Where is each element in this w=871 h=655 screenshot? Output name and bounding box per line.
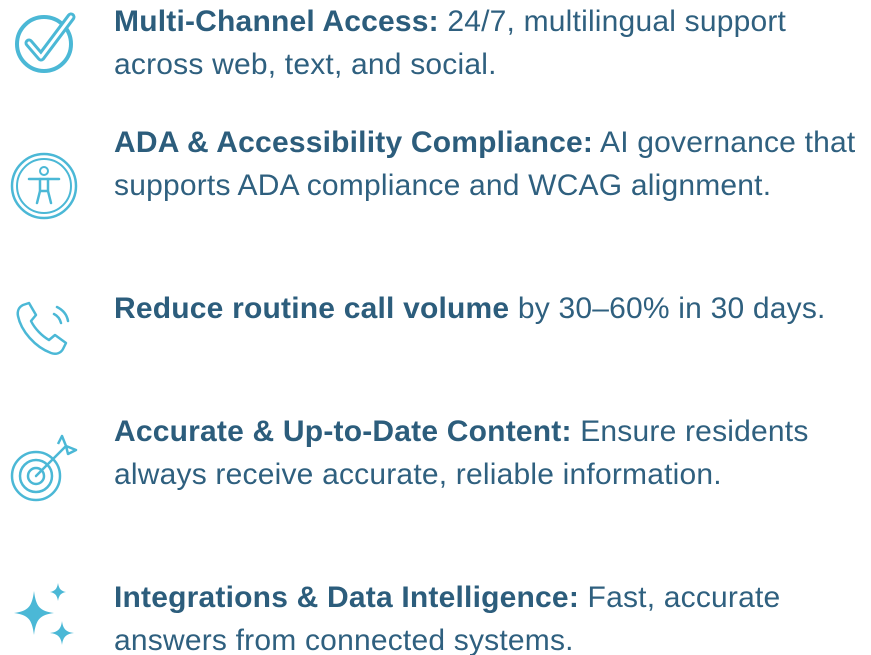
accessibility-person-icon	[4, 146, 84, 226]
feature-heading: Multi-Channel Access:	[114, 5, 439, 38]
feature-text: Reduce routine call volume by 30–60% in …	[114, 287, 871, 330]
feature-heading: Integrations & Data Intelligence:	[114, 581, 580, 614]
feature-heading: Accurate & Up-to-Date Content:	[114, 415, 572, 448]
checkmark-circle-icon	[4, 2, 84, 82]
phone-call-icon	[4, 288, 84, 368]
feature-description: by 30–60% in 30 days.	[509, 292, 826, 325]
sparkles-icon	[4, 576, 84, 655]
feature-text: Accurate & Up-to-Date Content: Ensure re…	[114, 410, 871, 496]
target-arrow-icon	[4, 428, 84, 508]
feature-heading: ADA & Accessibility Compliance:	[114, 126, 594, 159]
feature-text: ADA & Accessibility Compliance: AI gover…	[114, 121, 871, 207]
feature-heading: Reduce routine call volume	[114, 292, 510, 325]
feature-text: Integrations & Data Intelligence: Fast, …	[114, 576, 871, 655]
feature-text: Multi-Channel Access: 24/7, multilingual…	[114, 0, 871, 86]
